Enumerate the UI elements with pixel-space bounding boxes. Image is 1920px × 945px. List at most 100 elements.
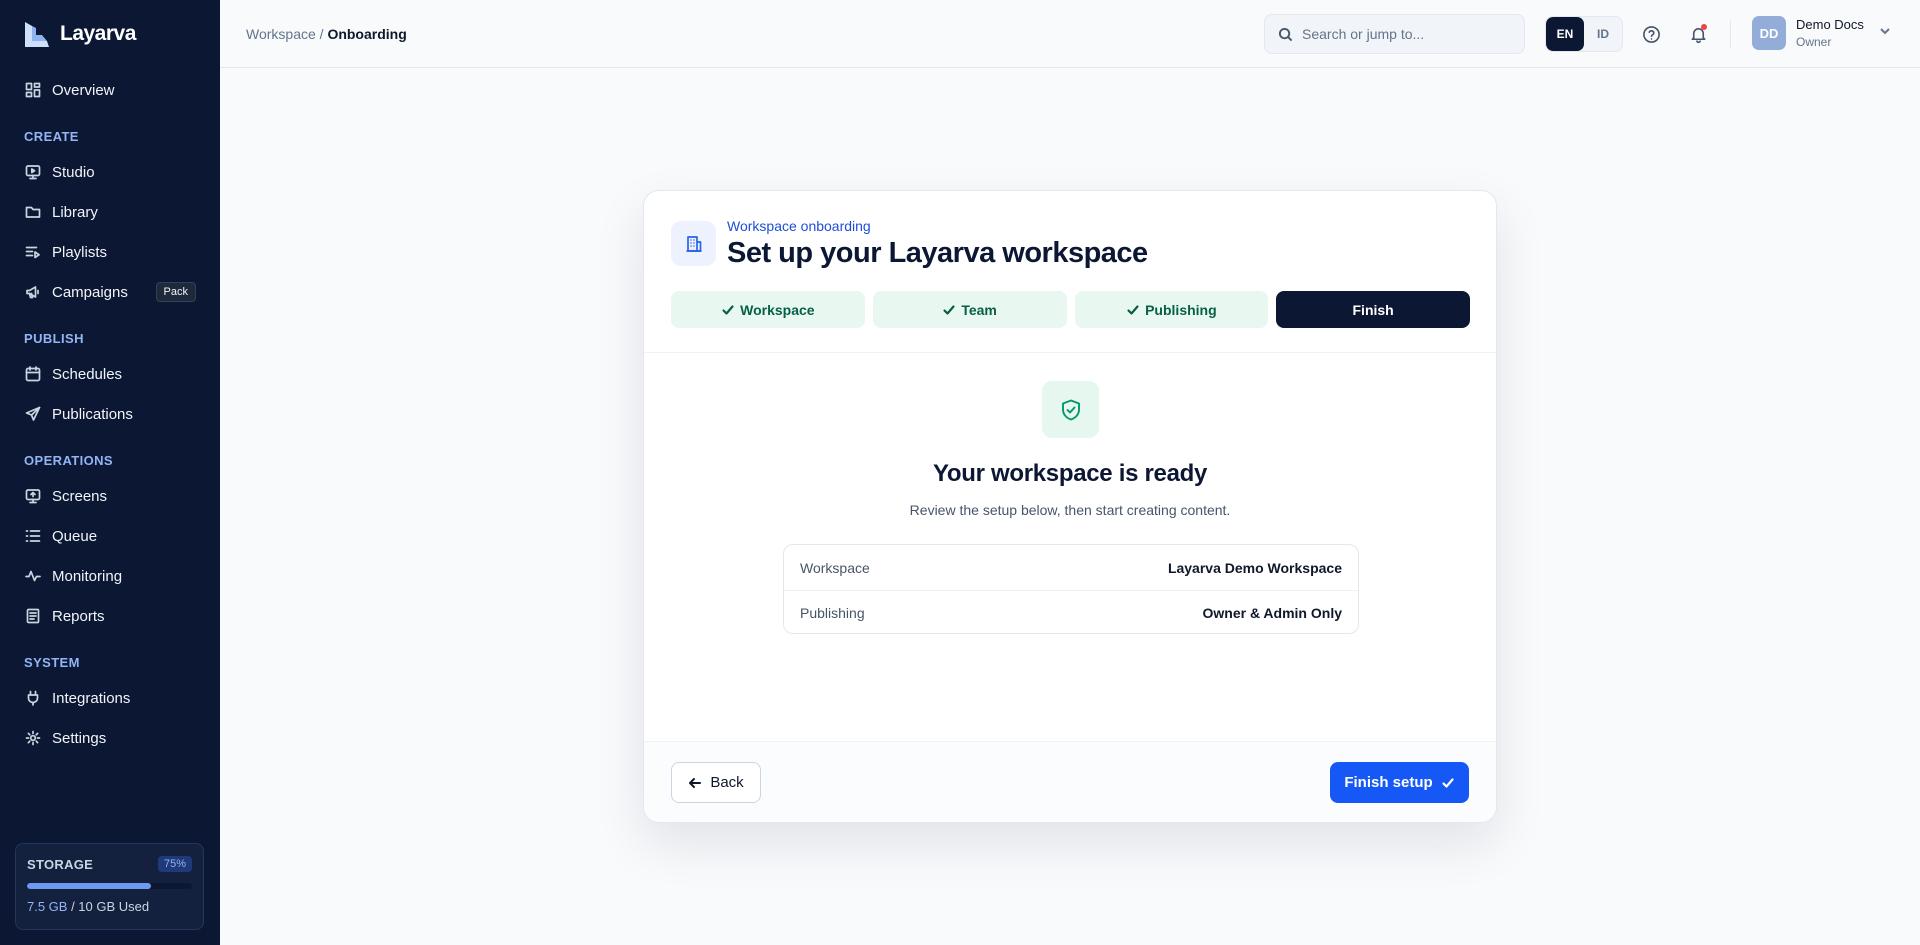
sidebar-nav: Overview CREATE Studio Library Playlists… [0, 70, 220, 758]
brand-name: Layarva [60, 22, 136, 45]
monitor-play-icon [24, 163, 42, 181]
sidebar-item-overview[interactable]: Overview [0, 70, 220, 110]
lang-en-button[interactable]: EN [1546, 17, 1584, 51]
storage-used: 7.5 GB [27, 899, 68, 914]
chevron-down-icon [1878, 24, 1892, 43]
sidebar-item-reports[interactable]: Reports [0, 596, 220, 636]
sidebar: Layarva Overview CREATE Studio Library P… [0, 0, 220, 945]
check-icon [1442, 777, 1454, 788]
gear-icon [24, 729, 42, 747]
step-label: Team [961, 301, 997, 318]
onboarding-header: Workspace onboarding Set up your Layarva… [644, 191, 1496, 353]
activity-icon [24, 567, 42, 585]
help-icon[interactable] [1639, 22, 1663, 46]
notification-dot [1701, 24, 1707, 30]
shield-check-icon [1042, 381, 1099, 438]
setup-summary: Workspace Layarva Demo Workspace Publish… [783, 544, 1359, 634]
onboarding-eyebrow: Workspace onboarding [727, 218, 871, 234]
summary-key: Publishing [800, 605, 865, 621]
step-label: Finish [1352, 301, 1394, 318]
arrow-left-icon [689, 777, 702, 788]
avatar: DD [1752, 16, 1786, 50]
onboarding-footer: Back Finish setup [644, 741, 1496, 822]
step-label: Publishing [1145, 301, 1217, 318]
storage-label: STORAGE [27, 856, 94, 872]
sidebar-item-label: Reports [52, 607, 105, 625]
sidebar-item-library[interactable]: Library [0, 192, 220, 232]
sidebar-item-campaigns[interactable]: Campaigns Pack [0, 272, 220, 312]
sidebar-item-label: Overview [52, 81, 115, 99]
storage-usage-text: 7.5 GB / 10 GB Used [27, 899, 192, 914]
check-icon [943, 304, 955, 315]
step-workspace[interactable]: Workspace [671, 291, 865, 328]
summary-value: Owner & Admin Only [1202, 605, 1343, 621]
summary-row-publishing: Publishing Owner & Admin Only [784, 590, 1358, 633]
brand[interactable]: Layarva [0, 0, 220, 68]
pack-badge: Pack [155, 282, 196, 302]
sidebar-item-label: Schedules [52, 365, 123, 383]
check-icon [1127, 304, 1139, 315]
sidebar-item-label: Monitoring [52, 567, 123, 585]
layarva-logo-icon [22, 19, 52, 49]
back-button-label: Back [710, 774, 744, 791]
finish-button-label: Finish setup [1344, 774, 1433, 791]
sidebar-item-label: Queue [52, 527, 98, 545]
sidebar-item-label: Settings [52, 729, 107, 747]
list-icon [24, 527, 42, 545]
back-button[interactable]: Back [671, 762, 761, 803]
send-icon [24, 405, 42, 423]
playlist-icon [24, 243, 42, 261]
topbar-divider [1730, 20, 1731, 48]
storage-total: / 10 GB Used [67, 899, 150, 914]
bell-icon[interactable] [1686, 22, 1710, 46]
sidebar-item-queue[interactable]: Queue [0, 516, 220, 556]
finish-setup-button[interactable]: Finish setup [1330, 762, 1469, 803]
sidebar-item-screens[interactable]: Screens [0, 476, 220, 516]
lang-id-button[interactable]: ID [1584, 17, 1622, 51]
sidebar-item-studio[interactable]: Studio [0, 152, 220, 192]
breadcrumb-parent[interactable]: Workspace / [246, 26, 327, 42]
plug-icon [24, 689, 42, 707]
user-role: Owner [1796, 35, 1832, 49]
ready-title: Your workspace is ready [932, 460, 1208, 487]
page-title: Set up your Layarva workspace [727, 237, 1148, 269]
sidebar-item-schedules[interactable]: Schedules [0, 354, 220, 394]
breadcrumb: Workspace / Onboarding [246, 26, 407, 42]
calendar-icon [24, 365, 42, 383]
search-input[interactable] [1302, 26, 1512, 42]
step-team[interactable]: Team [872, 291, 1067, 328]
sidebar-item-integrations[interactable]: Integrations [0, 678, 220, 718]
sidebar-item-monitoring[interactable]: Monitoring [0, 556, 220, 596]
step-publishing[interactable]: Publishing [1074, 291, 1269, 328]
breadcrumb-current: Onboarding [327, 26, 407, 42]
sidebar-item-publications[interactable]: Publications [0, 394, 220, 434]
search-box[interactable] [1264, 14, 1525, 54]
onboarding-stepper: Workspace Team Publishing Finish [671, 291, 1470, 328]
sidebar-item-label: Screens [52, 487, 108, 505]
onboarding-body: Your workspace is ready Review the setup… [644, 353, 1496, 743]
screen-icon [24, 487, 42, 505]
check-icon [722, 304, 734, 315]
storage-progress-fill [27, 883, 151, 889]
storage-progress-bar [27, 883, 192, 889]
summary-value: Layarva Demo Workspace [1167, 559, 1342, 576]
sidebar-item-settings[interactable]: Settings [0, 718, 220, 758]
sidebar-item-playlists[interactable]: Playlists [0, 232, 220, 272]
user-name: Demo Docs [1796, 17, 1864, 32]
building-icon [671, 221, 716, 266]
sidebar-section-system: SYSTEM [24, 654, 80, 670]
sidebar-item-label: Studio [52, 163, 95, 181]
summary-key: Workspace [800, 559, 870, 576]
sidebar-item-label: Library [52, 203, 98, 221]
sidebar-item-label: Integrations [52, 689, 131, 707]
onboarding-card: Workspace onboarding Set up your Layarva… [643, 190, 1497, 823]
storage-widget: STORAGE 75% 7.5 GB / 10 GB Used [15, 843, 204, 930]
folder-icon [24, 203, 42, 221]
topbar: Workspace / Onboarding EN ID DD Demo Doc… [220, 0, 1920, 68]
grid-icon [24, 81, 42, 99]
step-label: Workspace [740, 301, 815, 318]
sidebar-item-label: Publications [52, 405, 133, 423]
step-finish[interactable]: Finish [1276, 291, 1470, 328]
sidebar-section-publish: PUBLISH [24, 330, 84, 346]
user-menu[interactable]: DD Demo Docs Owner [1752, 16, 1892, 50]
